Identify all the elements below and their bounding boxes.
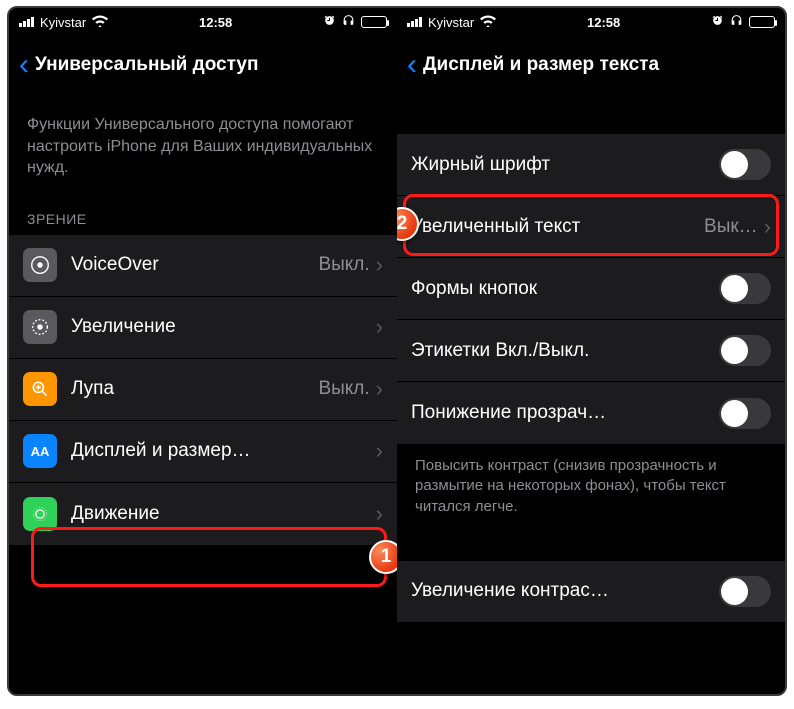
section-header-vision: ЗРЕНИЕ xyxy=(9,199,397,235)
row-label: Понижение прозрач… xyxy=(411,402,719,424)
carrier-label: Kyivstar xyxy=(40,15,86,30)
chevron-icon: › xyxy=(376,376,383,402)
row-label: Движение xyxy=(71,503,376,525)
chevron-icon: › xyxy=(376,314,383,340)
chevron-icon: › xyxy=(376,252,383,278)
battery-icon xyxy=(361,16,387,28)
wifi-icon xyxy=(480,15,496,30)
row-bold-text[interactable]: Жирный шрифт xyxy=(397,134,785,196)
row-voiceover[interactable]: VoiceOver Выкл. › xyxy=(9,235,397,297)
magnifier-icon xyxy=(23,372,57,406)
alarm-icon xyxy=(711,14,724,30)
row-increase-contrast[interactable]: Увеличение контрас… xyxy=(397,561,785,623)
nav-title: Универсальный доступ xyxy=(35,54,258,76)
status-bar: Kyivstar 12:58 xyxy=(397,8,785,36)
headphones-icon xyxy=(730,14,743,30)
intro-text: Функции Универсального доступа помогают … xyxy=(9,114,397,199)
row-label: Формы кнопок xyxy=(411,278,719,300)
signal-icon xyxy=(19,17,34,27)
row-label: VoiceOver xyxy=(71,254,318,276)
headphones-icon xyxy=(342,14,355,30)
zoom-icon xyxy=(23,310,57,344)
row-on-off-labels[interactable]: Этикетки Вкл./Выкл. xyxy=(397,320,785,382)
tutorial-frame: Kyivstar 12:58 ‹ Универсальный доступ xyxy=(7,6,787,696)
row-value: Выкл. xyxy=(318,254,369,276)
row-label: Увеличение xyxy=(71,316,376,338)
screen-display-text: Kyivstar 12:58 ‹ Дисплей и размер текста xyxy=(397,8,785,694)
row-magnifier[interactable]: Лупа Выкл. › xyxy=(9,359,397,421)
badge-number: 2 xyxy=(397,213,407,235)
row-label: Увеличение контрас… xyxy=(411,580,719,602)
content-area: Функции Универсального доступа помогают … xyxy=(9,94,397,545)
back-button[interactable]: ‹ xyxy=(19,50,29,80)
row-value: Вык… xyxy=(588,216,757,238)
row-larger-text[interactable]: Увеличенный текст Вык… › xyxy=(397,196,785,258)
clock: 12:58 xyxy=(108,15,323,30)
wifi-icon xyxy=(92,15,108,30)
row-label: Дисплей и размер… xyxy=(71,440,376,462)
row-label: Этикетки Вкл./Выкл. xyxy=(411,340,719,362)
nav-bar: ‹ Универсальный доступ xyxy=(9,36,397,94)
toggle-switch[interactable] xyxy=(719,149,771,180)
row-reduce-transparency[interactable]: Понижение прозрач… xyxy=(397,382,785,444)
row-label: Увеличенный текст xyxy=(411,216,580,238)
toggle-switch[interactable] xyxy=(719,398,771,429)
row-value: Выкл. xyxy=(318,378,369,400)
motion-icon xyxy=(23,497,57,531)
row-button-shapes[interactable]: Формы кнопок xyxy=(397,258,785,320)
signal-icon xyxy=(407,17,422,27)
back-button[interactable]: ‹ xyxy=(407,50,417,80)
badge-1: 1 xyxy=(369,540,397,574)
footer-note: Повысить контраст (снизив прозрачность и… xyxy=(397,444,785,529)
carrier-label: Kyivstar xyxy=(428,15,474,30)
chevron-icon: › xyxy=(376,438,383,464)
screen-accessibility: Kyivstar 12:58 ‹ Универсальный доступ xyxy=(9,8,397,694)
badge-number: 1 xyxy=(381,546,392,568)
nav-bar: ‹ Дисплей и размер текста xyxy=(397,36,785,94)
toggle-switch[interactable] xyxy=(719,576,771,607)
nav-title: Дисплей и размер текста xyxy=(423,54,659,76)
alarm-icon xyxy=(323,14,336,30)
chevron-icon: › xyxy=(764,214,771,240)
toggle-switch[interactable] xyxy=(719,335,771,366)
content-area: Жирный шрифт Увеличенный текст Вык… › Фо… xyxy=(397,94,785,623)
toggle-switch[interactable] xyxy=(719,273,771,304)
row-label: Лупа xyxy=(71,378,318,400)
row-label: Жирный шрифт xyxy=(411,154,719,176)
status-bar: Kyivstar 12:58 xyxy=(9,8,397,36)
battery-icon xyxy=(749,16,775,28)
display-text-icon: AA xyxy=(23,434,57,468)
clock: 12:58 xyxy=(496,15,711,30)
row-display-text-size[interactable]: AA Дисплей и размер… › xyxy=(9,421,397,483)
row-motion[interactable]: Движение › xyxy=(9,483,397,545)
row-zoom[interactable]: Увеличение › xyxy=(9,297,397,359)
voiceover-icon xyxy=(23,248,57,282)
chevron-icon: › xyxy=(376,501,383,527)
